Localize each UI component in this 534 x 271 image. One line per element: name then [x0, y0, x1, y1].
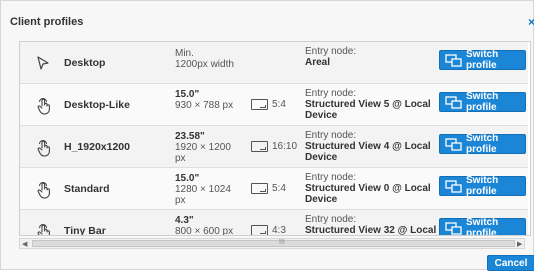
- profile-ratio: 16:10: [272, 141, 298, 152]
- switch-profile-button[interactable]: Switch profile: [439, 217, 526, 236]
- profile-ratio: 5:4: [272, 183, 286, 194]
- profile-row: Tiny Bar 4.3" 800 × 600 px 4:3 Entry node…: [20, 210, 528, 236]
- entry-node-value: Structured View 5 @ Local Device: [305, 99, 431, 121]
- profile-size: 15.0" 1280 × 1024 px: [175, 173, 255, 206]
- profile-row: Desktop Min. 1200px width Entry node: Area…: [20, 42, 528, 84]
- profile-resolution-cont: 1200px width: [175, 59, 234, 70]
- aspect-ratio-icon: [251, 225, 268, 235]
- profile-size: 4.3" 800 × 600 px: [175, 215, 255, 236]
- switch-profile-button[interactable]: Switch profile: [439, 133, 526, 155]
- profile-name: Standard: [64, 183, 110, 195]
- aspect-ratio-icon: [251, 141, 268, 152]
- profile-row: Desktop-Like 15.0" 930 × 788 px 5:4 Entry…: [20, 84, 528, 126]
- switch-profile-icon: [445, 137, 462, 151]
- switch-profile-icon: [445, 95, 462, 109]
- entry-node-label: Entry node:: [305, 46, 357, 57]
- cancel-button[interactable]: Cancel: [487, 255, 534, 271]
- profile-diagonal: 15.0": [175, 173, 200, 184]
- touch-hand-icon: [36, 139, 52, 157]
- profile-entry-node: Entry node: Structured View 0 @ Local Dev…: [305, 172, 440, 205]
- profile-name: Desktop: [64, 57, 106, 69]
- profile-resolution-cont: px: [175, 195, 186, 206]
- profile-diagonal: 4.3": [175, 215, 194, 226]
- switch-profile-label: Switch profile: [466, 217, 499, 236]
- profile-resolution: Min.: [175, 48, 194, 59]
- scroll-left-icon[interactable]: ◀: [22, 240, 27, 248]
- entry-node-value: Areal: [305, 57, 331, 68]
- profile-diagonal: 15.0": [175, 89, 200, 100]
- profile-entry-node: Entry node:Structured View 32 @ Local De…: [305, 214, 440, 236]
- entry-node-value: Structured View 0 @ Local Device: [305, 183, 431, 205]
- client-profiles-dialog: Client profiles × Desktop Min. 1200px wid…: [0, 0, 534, 271]
- entry-node-value: Structured View 32 @ Local Device: [305, 225, 437, 236]
- entry-node-label: Entry node:: [305, 130, 357, 141]
- switch-profile-button[interactable]: Switch profile: [439, 91, 526, 113]
- switch-profile-icon: [445, 221, 462, 235]
- profile-ratio: 5:4: [272, 99, 286, 110]
- aspect-ratio-icon: [251, 99, 268, 110]
- profile-name: Desktop-Like: [64, 99, 130, 111]
- dialog-title: Client profiles: [10, 16, 84, 28]
- profile-diagonal: 23.58": [175, 131, 205, 142]
- switch-profile-icon: [445, 179, 462, 193]
- switch-profile-label: Switch profile: [466, 91, 499, 113]
- switch-profile-icon: [445, 53, 462, 67]
- entry-node-value: Structured View 4 @ Local Device: [305, 141, 431, 163]
- profile-size: 23.58" 1920 × 1200 px: [175, 131, 255, 164]
- vertical-scrollbar[interactable]: ▲ ▼: [530, 42, 531, 236]
- profile-name: Tiny Bar: [64, 225, 106, 236]
- profile-entry-node: Entry node: Structured View 5 @ Local Dev…: [305, 88, 440, 121]
- profile-resolution: 930 × 788 px: [175, 100, 234, 111]
- profile-ratio: 4:3: [272, 225, 286, 236]
- profile-entry-node: Entry node: Structured View 4 @ Local Dev…: [305, 130, 440, 163]
- profiles-list-panel: Desktop Min. 1200px width Entry node: Area…: [19, 41, 531, 236]
- switch-profile-button[interactable]: Switch profile: [439, 49, 526, 71]
- scroll-grip: III: [279, 239, 285, 246]
- profile-name: H_1920x1200: [64, 141, 130, 153]
- aspect-ratio-icon: [251, 183, 268, 194]
- cursor-pointer-icon: [36, 55, 52, 73]
- switch-profile-label: Switch profile: [466, 133, 499, 155]
- entry-node-label: Entry node:: [305, 172, 357, 183]
- switch-profile-button[interactable]: Switch profile: [439, 175, 526, 197]
- profile-resolution: 1920 × 1200: [175, 142, 231, 153]
- profile-resolution: 1280 × 1024: [175, 184, 231, 195]
- scroll-right-icon[interactable]: ▶: [517, 240, 522, 248]
- touch-hand-icon: [36, 181, 52, 199]
- touch-hand-icon: [36, 97, 52, 115]
- profile-row: H_1920x1200 23.58" 1920 × 1200 px 16:10 En…: [20, 126, 528, 168]
- entry-node-label: Entry node:: [305, 214, 357, 225]
- profile-resolution-cont: px: [175, 153, 186, 164]
- switch-profile-label: Switch profile: [466, 49, 499, 71]
- profile-size: 15.0" 930 × 788 px: [175, 89, 255, 111]
- touch-hand-icon: [36, 223, 52, 235]
- switch-profile-label: Switch profile: [466, 175, 499, 197]
- entry-node-label: Entry node:: [305, 88, 357, 99]
- horizontal-scrollbar[interactable]: ◀ III ▶: [19, 238, 525, 249]
- profiles-list: Desktop Min. 1200px width Entry node: Area…: [20, 42, 528, 236]
- horizontal-scroll-thumb[interactable]: III: [32, 239, 515, 247]
- profile-row: Standard 15.0" 1280 × 1024 px 5:4 Entry no…: [20, 168, 528, 210]
- profile-entry-node: Entry node: Areal: [305, 46, 440, 68]
- close-icon[interactable]: ×: [528, 15, 534, 29]
- profile-resolution: 800 × 600 px: [175, 226, 234, 236]
- profile-size: Min. 1200px width: [175, 48, 255, 70]
